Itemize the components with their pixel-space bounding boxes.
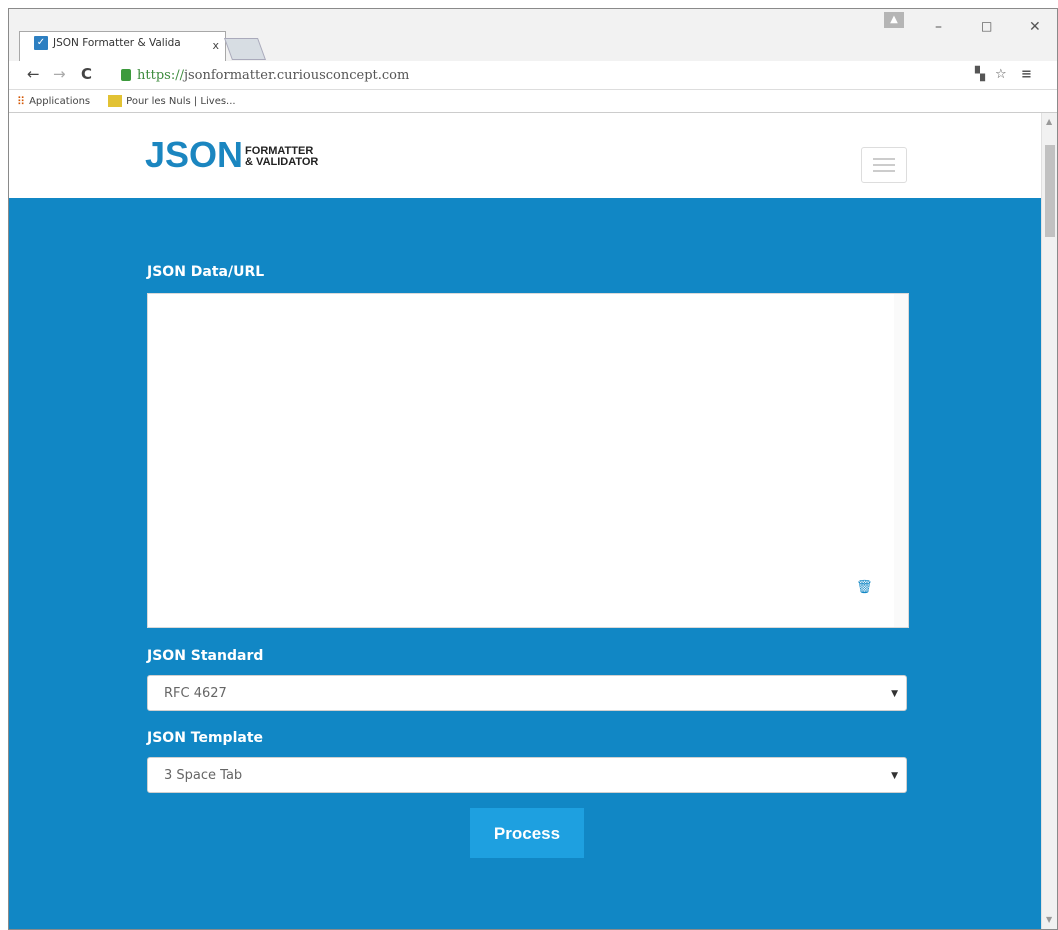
bookmark-applications[interactable]: ⠿ Applications	[17, 95, 90, 108]
reload-icon[interactable]: C	[81, 65, 92, 83]
logo-json: JSON	[145, 134, 244, 175]
back-arrow-icon[interactable]: ←	[27, 65, 40, 83]
maximize-icon[interactable]: □	[981, 19, 992, 33]
json-data-label: JSON Data/URL	[147, 264, 265, 280]
hamburger-menu-button[interactable]	[861, 147, 907, 183]
json-standard-value: RFC 4627	[164, 686, 227, 701]
json-template-label: JSON Template	[147, 730, 264, 746]
address-bar[interactable]: https:// jsonformatter.curiousconcept.co…	[121, 66, 981, 84]
page-viewport: JSON FORMATTER & VALIDATOR JSON Data/URL…	[9, 113, 1041, 929]
scroll-down-icon[interactable]: ▼	[1046, 915, 1052, 924]
textarea-scrollbar[interactable]	[894, 294, 908, 627]
close-window-icon[interactable]: ✕	[1029, 19, 1041, 35]
bookmark-star-icon[interactable]: ☆	[995, 67, 1007, 82]
new-tab-button[interactable]	[223, 38, 267, 60]
menu-icon[interactable]: ≡	[1021, 67, 1032, 82]
json-standard-select[interactable]: RFC 4627 ▼	[147, 675, 907, 711]
logo-validator: & VALIDATOR	[245, 156, 319, 168]
bookmarks-bar: ⠿ Applications Pour les Nuls | Lives...	[9, 90, 1057, 113]
process-button[interactable]: Process	[470, 808, 584, 858]
dropdown-caret-icon: ▼	[891, 771, 898, 781]
url-host: jsonformatter.curiousconcept.com	[183, 67, 410, 83]
forward-arrow-icon[interactable]: →	[53, 65, 66, 83]
site-header: JSON FORMATTER & VALIDATOR	[9, 113, 1041, 198]
tab-close-icon[interactable]: x	[212, 39, 219, 52]
page-scrollbar[interactable]: ▲ ▼	[1041, 113, 1057, 929]
browser-toolbar: ← → C https:// jsonformatter.curiousconc…	[9, 61, 1057, 90]
user-profile-icon[interactable]: ▲	[884, 12, 904, 28]
lock-icon	[121, 69, 131, 81]
translate-icon[interactable]: ▚	[975, 67, 985, 82]
url-scheme: https://	[137, 67, 184, 83]
minimize-icon[interactable]: –	[935, 19, 942, 35]
tab-title: JSON Formatter & Valida	[53, 37, 181, 49]
bookmark-label: Applications	[29, 95, 91, 107]
checkmark-favicon-icon: ✓	[34, 36, 48, 50]
main-form-section: JSON Data/URL 🗑 JSON Standard RFC 4627 ▼…	[9, 198, 1041, 929]
scroll-up-icon[interactable]: ▲	[1046, 117, 1052, 126]
browser-window: ✓ JSON Formatter & Valida x ▲ – □ ✕ ← → …	[8, 8, 1058, 930]
folder-icon	[108, 95, 123, 107]
json-template-value: 3 Space Tab	[164, 768, 243, 783]
json-data-textarea[interactable]: 🗑	[147, 293, 909, 628]
scroll-thumb[interactable]	[1045, 145, 1055, 237]
trash-icon[interactable]: 🗑	[856, 580, 873, 595]
dropdown-caret-icon: ▼	[891, 689, 898, 699]
json-template-select[interactable]: 3 Space Tab ▼	[147, 757, 907, 793]
apps-grid-icon: ⠿	[17, 94, 26, 108]
json-standard-label: JSON Standard	[147, 648, 264, 664]
title-bar: ✓ JSON Formatter & Valida x ▲ – □ ✕	[9, 9, 1057, 62]
site-logo[interactable]: JSON FORMATTER & VALIDATOR	[145, 137, 318, 173]
browser-tab[interactable]: ✓ JSON Formatter & Valida x	[19, 31, 226, 62]
bookmark-label: Pour les Nuls | Lives...	[126, 95, 236, 107]
bookmark-pour-les-nuls[interactable]: Pour les Nuls | Lives...	[98, 95, 236, 107]
